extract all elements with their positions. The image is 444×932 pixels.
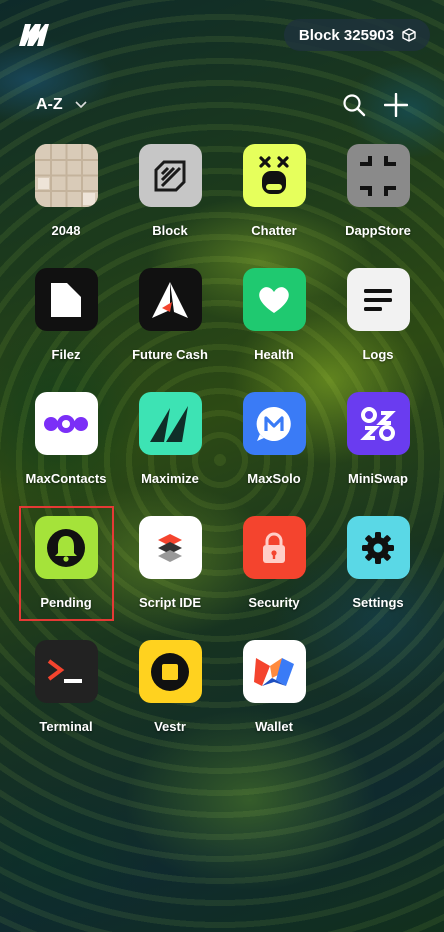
sort-dropdown[interactable]: A-Z: [36, 96, 87, 114]
app-label: Wallet: [255, 719, 293, 734]
app-maxcontacts[interactable]: MaxContacts: [14, 392, 118, 516]
dappstore-icon: [346, 144, 410, 207]
app-label: MaxSolo: [247, 471, 301, 486]
app-label: Terminal: [39, 719, 93, 734]
toolbar: A-Z: [36, 92, 408, 118]
block-height-label: Block 325903: [298, 26, 394, 44]
app-chatter[interactable]: Chatter: [222, 144, 326, 268]
app-label: Vestr: [154, 719, 186, 734]
miniswap-icon: [346, 392, 410, 455]
app-vestr[interactable]: Vestr: [118, 640, 222, 764]
app-filez[interactable]: Filez: [14, 268, 118, 392]
app-label: Pending: [40, 595, 92, 610]
app-label: Filez: [51, 347, 81, 362]
2048-icon: [34, 144, 98, 207]
sort-label: A-Z: [36, 96, 63, 113]
wallet-icon: [242, 640, 306, 703]
vestr-icon: [138, 640, 202, 703]
app-terminal[interactable]: Terminal: [14, 640, 118, 764]
filez-icon: [34, 268, 98, 331]
app-wallet[interactable]: Wallet: [222, 640, 326, 764]
app-miniswap[interactable]: MiniSwap: [326, 392, 430, 516]
app-script-ide[interactable]: Script IDE: [118, 516, 222, 640]
logs-icon: [346, 268, 410, 331]
app-2048[interactable]: 2048: [14, 144, 118, 268]
search-icon[interactable]: [342, 93, 366, 117]
app-label: Chatter: [251, 223, 297, 238]
app-dappstore[interactable]: DappStore: [326, 144, 430, 268]
maxcontacts-icon: [34, 392, 98, 455]
app-label: Block: [152, 223, 188, 238]
maxsolo-icon: [242, 392, 306, 455]
app-label: MaxContacts: [25, 471, 107, 486]
terminal-icon: [34, 640, 98, 703]
app-label: DappStore: [345, 223, 411, 238]
chevron-down-icon: [75, 101, 87, 109]
app-logs[interactable]: Logs: [326, 268, 430, 392]
app-security[interactable]: Security: [222, 516, 326, 640]
app-label: MiniSwap: [348, 471, 408, 486]
pending-icon: [34, 516, 98, 579]
app-grid: 2048 Block Chatter DappStore Filez Futur…: [14, 144, 430, 764]
health-icon: [242, 268, 306, 331]
app-maximize[interactable]: Maximize: [118, 392, 222, 516]
cube-icon: [402, 28, 416, 42]
app-future-cash[interactable]: Future Cash: [118, 268, 222, 392]
app-label: Settings: [352, 595, 404, 610]
app-label: Security: [248, 595, 300, 610]
app-label: Logs: [362, 347, 394, 362]
block-height-badge[interactable]: Block 325903: [283, 19, 430, 51]
app-health[interactable]: Health: [222, 268, 326, 392]
future-cash-icon: [138, 268, 202, 331]
settings-icon: [346, 516, 410, 579]
app-label: Future Cash: [132, 347, 208, 362]
app-label: Maximize: [141, 471, 199, 486]
plus-icon[interactable]: [384, 93, 408, 117]
app-label: 2048: [51, 223, 81, 238]
app-pending[interactable]: Pending: [14, 506, 118, 640]
app-block[interactable]: Block: [118, 144, 222, 268]
chatter-icon: [242, 144, 306, 207]
maximize-icon: [138, 392, 202, 455]
minima-logo[interactable]: [18, 22, 50, 48]
block-icon: [138, 144, 202, 207]
app-label: Script IDE: [138, 595, 202, 610]
app-settings[interactable]: Settings: [326, 516, 430, 640]
app-maxsolo[interactable]: MaxSolo: [222, 392, 326, 516]
script-ide-icon: [138, 516, 202, 579]
security-icon: [242, 516, 306, 579]
app-label: Health: [254, 347, 294, 362]
